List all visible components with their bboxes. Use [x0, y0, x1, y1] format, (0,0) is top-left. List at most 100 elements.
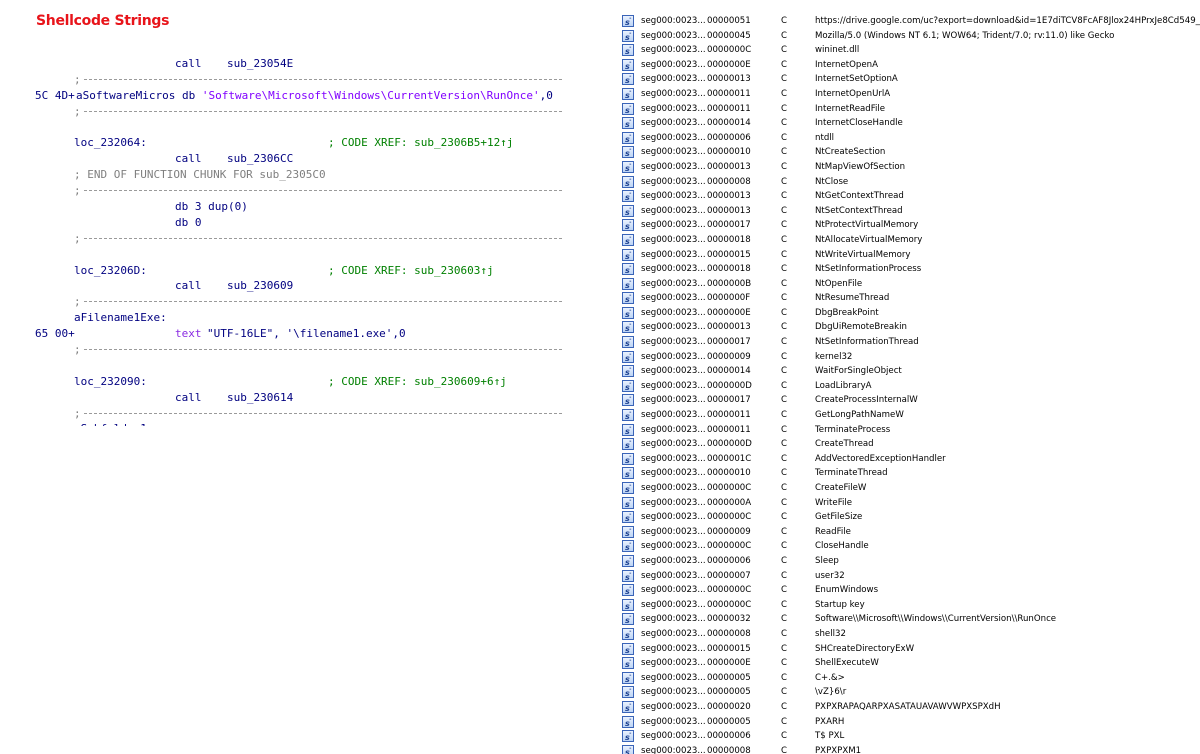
page-title: Shellcode Strings	[36, 13, 170, 29]
string-row[interactable]: s " seg000:0023... 00000006 C Sleep	[619, 554, 1200, 569]
string-row[interactable]: s " seg000:0023... 0000000C C Startup key	[619, 598, 1200, 613]
string-value: AddVectoredExceptionHandler	[815, 453, 946, 464]
string-row[interactable]: s " seg000:0023... 00000005 C C+.&>	[619, 671, 1200, 686]
string-row[interactable]: s " seg000:0023... 00000013 C DbgUiRemoteBrea…	[619, 320, 1200, 335]
disasm-line[interactable]: ;	[0, 183, 600, 199]
string-row[interactable]: s " seg000:0023... 00000014 C InternetCloseHa…	[619, 116, 1200, 131]
string-row[interactable]: s " seg000:0023... 00000007 Cuser32	[619, 569, 1200, 584]
code-label[interactable]: loc_23206D:	[74, 263, 147, 279]
string-row[interactable]: s " seg000:0023... 00000018 C NtSetInformatio…	[619, 262, 1200, 277]
disasm-line[interactable]: loc_23206D: ; CODE XREF: sub_230603↑j	[0, 263, 600, 279]
data-directive: db	[175, 88, 202, 102]
string-row[interactable]: s " seg000:0023... 0000000D C LoadLibraryA	[619, 379, 1200, 394]
string-row[interactable]: s " seg000:0023... 00000051 Chttps://drive.g…	[619, 14, 1200, 29]
disasm-line[interactable]: call sub_230609	[0, 278, 600, 294]
code-label[interactable]: loc_232064:	[74, 135, 147, 151]
code-label[interactable]: loc_232090:	[74, 374, 147, 390]
string-type-icon: s "	[622, 569, 634, 582]
string-row[interactable]: s " seg000:0023... 00000014 C WaitForSingleOb…	[619, 364, 1200, 379]
string-value: Sleep	[815, 555, 839, 566]
disasm-line[interactable]: ;	[0, 231, 600, 247]
string-row[interactable]: s " seg000:0023... 00000032 C Software\\Micro…	[619, 612, 1200, 627]
string-row[interactable]: s " seg000:0023... 00000018 C NtAllocateVirtu…	[619, 233, 1200, 248]
disasm-line[interactable]	[0, 247, 600, 263]
disasm-line[interactable]: loc_232064: ; CODE XREF: sub_2306B5+12↑j	[0, 135, 600, 151]
instruction-operand[interactable]: sub_2306CC	[227, 151, 293, 167]
disasm-line[interactable]: call sub_2306CC	[0, 151, 600, 167]
string-row[interactable]: s " seg000:0023... 00000006 C T$ PXL	[619, 729, 1200, 744]
disasm-line[interactable]: db 3 dup(0)	[0, 199, 600, 215]
string-label[interactable]: aSubfolder1:	[74, 421, 153, 426]
disasm-line[interactable]: ;	[0, 342, 600, 358]
string-type: C	[781, 234, 788, 245]
string-row[interactable]: s " seg000:0023... 0000000D C CreateThread	[619, 437, 1200, 452]
disasm-line[interactable]: ;	[0, 294, 600, 310]
disasm-line[interactable]	[0, 358, 600, 374]
string-row[interactable]: s " seg000:0023... 00000005 C PXARH	[619, 715, 1200, 730]
string-row[interactable]: s " seg000:0023... 0000000F C NtResumeThread	[619, 291, 1200, 306]
instruction-operand[interactable]: sub_23054E	[227, 56, 293, 72]
disasm-line[interactable]: ; END OF FUNCTION CHUNK FOR sub_2305C0	[0, 167, 600, 183]
string-row[interactable]: s " seg000:0023... 00000017 C NtSetInformatio…	[619, 335, 1200, 350]
data-label-name[interactable]: aSoftwareMicros	[76, 89, 175, 102]
disasm-line[interactable]: call sub_230614	[0, 390, 600, 406]
xref-comment[interactable]: ; CODE XREF: sub_2306B5+12↑j	[328, 135, 513, 151]
data-label[interactable]: aSoftwareMicros db 'Software\Microsoft\W…	[76, 88, 553, 104]
string-row[interactable]: s " seg000:0023... 00000005 C \vZ}6\r	[619, 685, 1200, 700]
string-label[interactable]: aFilename1Exe:	[74, 310, 167, 326]
string-row[interactable]: s " seg000:0023... 0000000E C ShellExecuteW	[619, 656, 1200, 671]
string-row[interactable]: s " seg000:0023... 0000000A C WriteFile	[619, 496, 1200, 511]
string-row[interactable]: s " seg000:0023... 0000000B C NtOpenFile	[619, 277, 1200, 292]
string-row[interactable]: s " seg000:0023... 0000000E C DbgBreakPoint	[619, 306, 1200, 321]
xref-comment[interactable]: ; CODE XREF: sub_230603↑j	[328, 263, 494, 279]
xref-comment[interactable]: ; CODE XREF: sub_230609+6↑j	[328, 374, 507, 390]
string-row[interactable]: s " seg000:0023... 00000008 Cshell32	[619, 627, 1200, 642]
string-row[interactable]: s " seg000:0023... 00000017 C NtProtectVirtua…	[619, 218, 1200, 233]
disasm-line[interactable]: 5C 4D+ aSoftwareMicros db 'Software\Micro…	[0, 88, 600, 104]
svg-text:": "	[629, 178, 631, 184]
disasm-line[interactable]	[0, 120, 600, 136]
string-row[interactable]: s " seg000:0023... 00000013 C InternetSetOpti…	[619, 72, 1200, 87]
disasm-line[interactable]: aSubfolder1:	[0, 421, 600, 426]
string-row[interactable]: s " seg000:0023... 0000001C C AddVectoredExce…	[619, 452, 1200, 467]
string-row[interactable]: s " seg000:0023... 00000009 C ReadFile	[619, 525, 1200, 540]
disasm-line[interactable]: loc_232090: ; CODE XREF: sub_230609+6↑j	[0, 374, 600, 390]
string-row[interactable]: s " seg000:0023... 00000011 C InternetOpenUrl…	[619, 87, 1200, 102]
string-row[interactable]: s " seg000:0023... 00000013 C NtGetContextThr…	[619, 189, 1200, 204]
string-row[interactable]: s " seg000:0023... 00000010 C TerminateThread	[619, 466, 1200, 481]
string-type-icon: s "	[622, 350, 634, 363]
svg-text:": "	[629, 703, 631, 709]
string-row[interactable]: s " seg000:0023... 00000013 C NtSetContextThr…	[619, 204, 1200, 219]
string-row[interactable]: s " seg000:0023... 00000010 C NtCreateSection	[619, 145, 1200, 160]
disasm-line[interactable]: 65 00+ text "UTF-16LE", '\filename1.exe',0	[0, 326, 600, 342]
string-row[interactable]: s " seg000:0023... 00000008 C NtClose	[619, 175, 1200, 190]
string-row[interactable]: s " seg000:0023... 0000000C C CreateFileW	[619, 481, 1200, 496]
disasm-line[interactable]: ;	[0, 406, 600, 422]
string-row[interactable]: s " seg000:0023... 00000045 C Mozilla/5.0 (Wi…	[619, 29, 1200, 44]
string-row[interactable]: s " seg000:0023... 00000008 C PXPXPXM1	[619, 744, 1200, 754]
string-row[interactable]: s " seg000:0023... 00000015 C NtWriteVirtualM…	[619, 248, 1200, 263]
disasm-line[interactable]: call sub_23054E	[0, 56, 600, 72]
string-row[interactable]: s " seg000:0023... 00000009 Ckernel32	[619, 350, 1200, 365]
string-row[interactable]: s " seg000:0023... 0000000E C InternetOpenA	[619, 58, 1200, 73]
string-row[interactable]: s " seg000:0023... 0000000C Cwininet.dll	[619, 43, 1200, 58]
string-row[interactable]: s " seg000:0023... 0000000C C GetFileSize	[619, 510, 1200, 525]
disasm-line[interactable]: aFilename1Exe:	[0, 310, 600, 326]
disasm-line[interactable]: ;	[0, 104, 600, 120]
string-row[interactable]: s " seg000:0023... 00000017 C CreateProcessIn…	[619, 393, 1200, 408]
strings-window[interactable]: s " seg000:0023... 00000051 Chttps://drive.g…	[619, 14, 1200, 754]
string-row[interactable]: s " seg000:0023... 00000006 Cntdll	[619, 131, 1200, 146]
string-row[interactable]: s " seg000:0023... 0000000C C EnumWindows	[619, 583, 1200, 598]
string-row[interactable]: s " seg000:0023... 0000000C C CloseHandle	[619, 539, 1200, 554]
instruction-operand[interactable]: sub_230609	[227, 278, 293, 294]
string-row[interactable]: s " seg000:0023... 00000020 C PXPXRAPAQARPXAS…	[619, 700, 1200, 715]
string-row[interactable]: s " seg000:0023... 00000013 C NtMapViewOfSect…	[619, 160, 1200, 175]
disasm-line[interactable]: db 0	[0, 215, 600, 231]
string-row[interactable]: s " seg000:0023... 00000015 C SHCreateDirecto…	[619, 642, 1200, 657]
string-row[interactable]: s " seg000:0023... 00000011 C GetLongPathName…	[619, 408, 1200, 423]
string-row[interactable]: s " seg000:0023... 00000011 C TerminateProces…	[619, 423, 1200, 438]
instruction-operand[interactable]: sub_230614	[227, 390, 293, 406]
disassembly-view[interactable]: call sub_23054E; 5C 4D+ aSoftwareMicros db …	[0, 56, 600, 426]
disasm-line[interactable]: ;	[0, 72, 600, 88]
string-row[interactable]: s " seg000:0023... 00000011 C InternetReadFil…	[619, 102, 1200, 117]
